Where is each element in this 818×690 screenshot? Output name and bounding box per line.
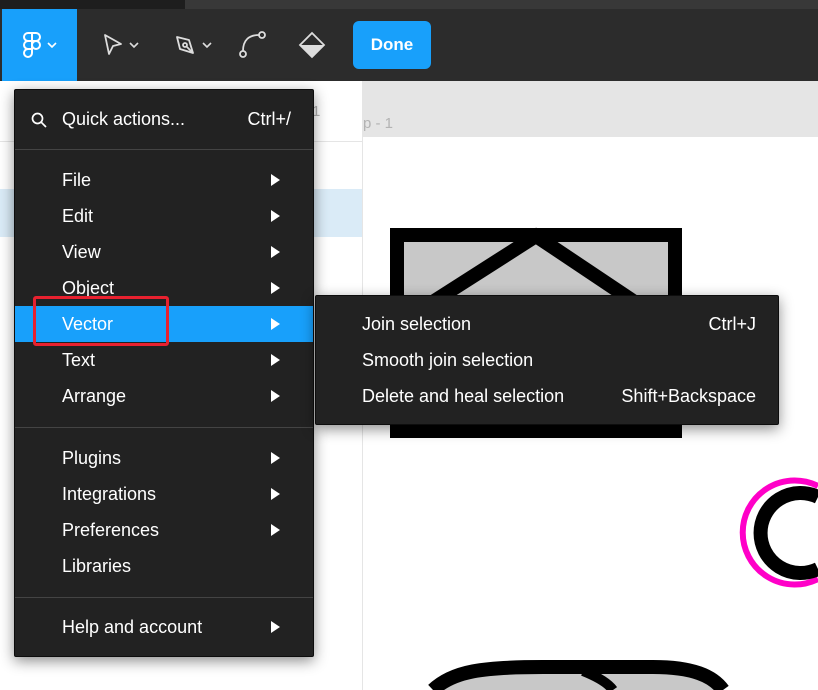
menu-separator [15, 427, 313, 428]
main-menu-button[interactable] [2, 9, 77, 81]
highlight-annotation-box [33, 296, 169, 346]
menu-item-label: View [62, 241, 101, 262]
menu-item-view[interactable]: View [15, 234, 313, 270]
menu-item-preferences[interactable]: Preferences [15, 512, 313, 548]
bottom-shape [428, 660, 729, 690]
menu-item-libraries[interactable]: Libraries [15, 548, 313, 584]
move-tool-button[interactable] [92, 9, 148, 81]
menu-item-quick-actions[interactable]: Quick actions... Ctrl+/ [15, 101, 313, 137]
chevron-right-icon [271, 246, 280, 258]
submenu-item-smooth-join-selection[interactable]: Smooth join selection [316, 342, 778, 378]
menu-separator [15, 149, 313, 150]
menu-item-label: Plugins [62, 447, 122, 468]
menu-separator [15, 597, 313, 598]
chevron-right-icon [271, 524, 280, 536]
chevron-right-icon [271, 210, 280, 222]
menu-item-label: Preferences [62, 519, 160, 540]
chevron-down-icon [201, 41, 212, 49]
menu-item-plugins[interactable]: Plugins [15, 440, 313, 476]
menu-item-help-and-account[interactable]: Help and account [15, 609, 313, 645]
menu-item-file[interactable]: File [15, 162, 313, 198]
figma-menu-icon [22, 32, 42, 58]
bend-tool-icon [237, 30, 267, 60]
menu-item-label: Integrations [62, 483, 157, 504]
chevron-right-icon [271, 282, 280, 294]
pink-ring-inner [753, 486, 818, 580]
submenu-item-label: Join selection [362, 314, 472, 334]
menu-item-arrange[interactable]: Arrange [15, 378, 313, 414]
submenu-item-shortcut: Shift+Backspace [621, 386, 756, 406]
menu-item-shortcut: Ctrl+/ [247, 108, 291, 129]
menu-item-text[interactable]: Text [15, 342, 313, 378]
vector-submenu: Join selection Ctrl+J Smooth join select… [315, 295, 779, 425]
toolbar: Done [0, 0, 818, 81]
chevron-right-icon [271, 174, 280, 186]
menu-item-label: Arrange [62, 385, 127, 406]
menu-item-label: Libraries [62, 555, 132, 576]
done-button[interactable]: Done [353, 21, 431, 69]
chevron-right-icon [271, 488, 280, 500]
chevron-right-icon [271, 390, 280, 402]
menu-item-label: File [62, 169, 92, 190]
chevron-right-icon [271, 452, 280, 464]
menu-item-label: Quick actions... [62, 108, 186, 129]
chevron-right-icon [271, 318, 280, 330]
chevron-down-icon [128, 41, 139, 49]
menu-item-label: Edit [62, 205, 94, 226]
submenu-item-shortcut: Ctrl+J [708, 314, 756, 334]
paint-bucket-icon [298, 31, 326, 59]
chevron-right-icon [271, 354, 280, 366]
menu-item-integrations[interactable]: Integrations [15, 476, 313, 512]
tab-strip-segment [185, 0, 818, 9]
bend-tool-button[interactable] [232, 9, 272, 81]
chevron-down-icon [47, 41, 57, 49]
menu-item-label: Text [62, 349, 96, 370]
tab-strip [0, 0, 818, 9]
menu-item-edit[interactable]: Edit [15, 198, 313, 234]
submenu-item-join-selection[interactable]: Join selection Ctrl+J [316, 306, 778, 342]
move-tool-icon [102, 33, 124, 57]
main-menu: Quick actions... Ctrl+/ File Edit View O… [14, 89, 314, 657]
pen-tool-button[interactable] [164, 9, 220, 81]
submenu-item-label: Delete and heal selection [362, 386, 565, 406]
menu-item-label: Help and account [62, 616, 203, 637]
pen-tool-icon [173, 33, 197, 57]
search-icon [31, 112, 47, 133]
submenu-item-delete-and-heal-selection[interactable]: Delete and heal selection Shift+Backspac… [316, 378, 778, 414]
chevron-right-icon [271, 621, 280, 633]
paint-bucket-button[interactable] [292, 9, 332, 81]
submenu-item-label: Smooth join selection [362, 350, 534, 370]
